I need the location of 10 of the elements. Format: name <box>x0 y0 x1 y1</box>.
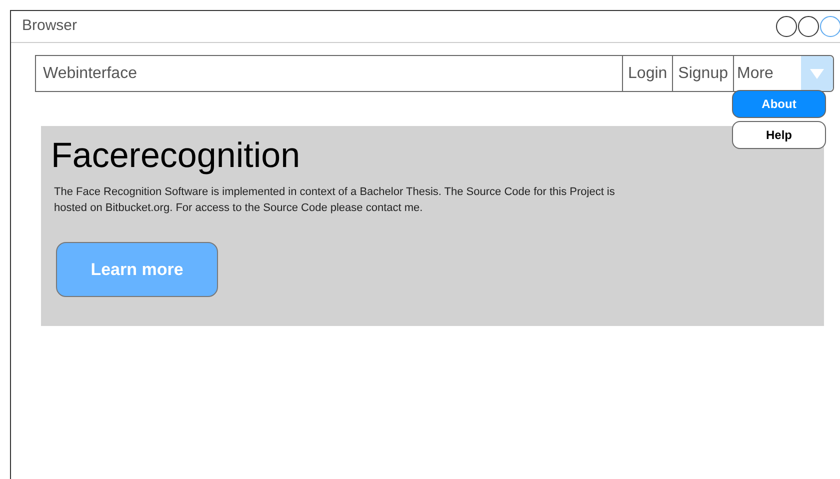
nav-link[interactable]: Login <box>622 56 672 91</box>
menu-item[interactable]: Help <box>732 121 826 149</box>
hero-heading: Facerecognition <box>51 136 302 176</box>
window-control-icon[interactable] <box>798 16 819 37</box>
window-title: Browser <box>22 16 78 36</box>
window-control-icon[interactable] <box>776 16 797 37</box>
nav-link[interactable]: Signup <box>672 56 733 91</box>
caret-icon <box>801 56 833 91</box>
hero-text: The Face Recognition Software is implemented in context of a Bachelor Thesis. The Source Code for this Project is hosted on Bitbucket.org. For access to the Source Code please contact me. <box>54 185 616 216</box>
brand-text[interactable]: Webinterface <box>36 56 622 91</box>
